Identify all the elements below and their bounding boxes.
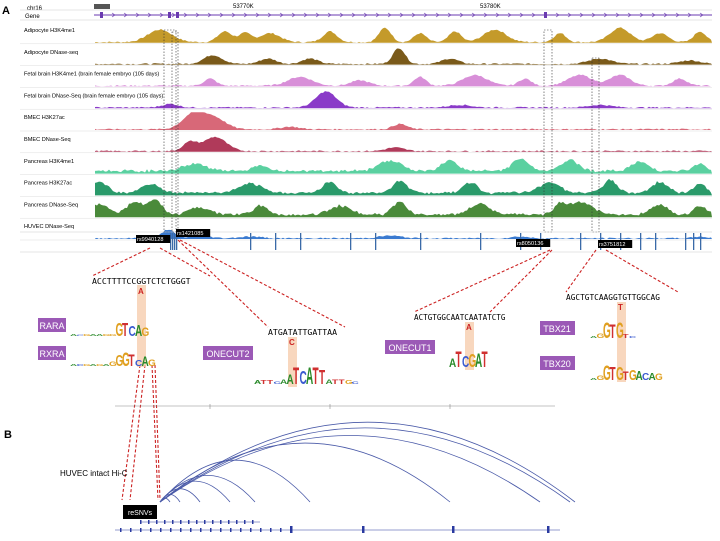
logo-letter: T [122, 321, 128, 341]
track-signal [95, 199, 712, 218]
sequence-rs3751812: AGCTGTCAAGGTGTTGGCAG [566, 293, 660, 302]
track-label: BMEC H3K27ac [24, 115, 65, 121]
signal-tracks: Adipocyte H3K4me1 Adipocyte DNase-seq Feta… [20, 27, 712, 241]
svg-text:TBX21: TBX21 [543, 324, 571, 334]
tf-badge-tbx20: TBX20 [540, 356, 575, 370]
track-label: Adipocyte DNase-seq [24, 50, 78, 56]
track-label: Pancreas H3K27ac [24, 181, 72, 187]
track-7: Pancreas H3K4me1 [20, 158, 712, 175]
track-signal [95, 91, 712, 109]
track-signal [95, 158, 712, 174]
track-4: Fetal brain DNase-Seq (brain female embr… [20, 91, 712, 110]
sequence-rs8050136: ACTGTGGCAATCAATATCTG [414, 313, 506, 322]
snp-label: rs9940128 [137, 237, 163, 243]
logo-letter: G [148, 358, 156, 368]
allele-1: A [138, 287, 144, 296]
svg-text:TBX20: TBX20 [543, 359, 571, 369]
track-5: BMEC H3K27ac [20, 112, 712, 132]
snp-label: rs8050136 [517, 241, 543, 247]
logo-letter: T [610, 365, 616, 385]
logo-letter: T [267, 380, 273, 386]
chromosome-label: chr16 [27, 6, 43, 12]
logo-letter: T [261, 380, 267, 386]
coord-tick-1: 53770K [233, 4, 254, 10]
track-1: Adipocyte H3K4me1 [20, 27, 712, 45]
tf-badge-rxra: RXRA [38, 346, 66, 360]
allele-3: A [466, 323, 472, 332]
track-label: Fetal brain H3K4me1 (brain female embryo… [24, 72, 159, 78]
logo-letter: T [332, 379, 338, 386]
track-signal [95, 112, 712, 130]
logo-letter: T [623, 334, 629, 340]
snp-track: rs9940128 rs1421085 rs8050136 rs3751812 [20, 229, 712, 253]
track-9: Pancreas DNase-Seq [20, 199, 712, 219]
logo-letter: G [616, 319, 624, 343]
snp-label: rs1421085 [177, 231, 203, 237]
logo-letter: G [142, 326, 150, 339]
hic-arcs [159, 421, 576, 503]
allele-2: C [289, 338, 295, 347]
gene-track-label: Gene [25, 14, 40, 20]
resnvs-badge: reSNVs [123, 505, 157, 519]
track-signal [95, 48, 712, 65]
tf-badge-tbx21: TBX21 [540, 321, 575, 335]
svg-text:reSNVs: reSNVs [128, 510, 153, 517]
tf-badge-onecut2: ONECUT2 [203, 346, 253, 360]
panel-b-label: B [4, 429, 12, 441]
logo-letter: T [319, 368, 325, 390]
svg-text:RXRA: RXRA [39, 349, 64, 359]
svg-text:ONECUT2: ONECUT2 [206, 349, 249, 359]
track-label: HUVEC DNase-Seq [24, 224, 74, 230]
coord-tick-2: 53780K [480, 4, 501, 10]
ideogram-marker [94, 4, 110, 9]
svg-text:RARA: RARA [39, 321, 64, 331]
track-signal [95, 74, 712, 87]
logo-letter: T [338, 379, 344, 386]
track-label: BMEC DNase-Seq [24, 137, 71, 143]
panel-a-label: A [2, 5, 10, 17]
track-label: Pancreas DNase-Seq [24, 202, 78, 208]
logo-letter: C [629, 335, 637, 339]
track-label: Adipocyte H3K4me1 [24, 28, 75, 34]
tf-badge-rara: RARA [38, 318, 66, 332]
tf-badge-onecut1: ONECUT1 [385, 340, 435, 354]
logo-letter: T [482, 348, 488, 372]
track-2: Adipocyte DNase-seq [20, 48, 712, 66]
track-label: Fetal brain DNase-Seq (brain female embr… [24, 93, 163, 99]
track-signal [95, 136, 712, 152]
sequence-rs9940128: ACCTTTTCCGGTCTCTGGGT [92, 276, 191, 286]
svg-text:ONECUT1: ONECUT1 [388, 343, 431, 353]
logo-letter: G [655, 372, 663, 382]
track-6: BMEC DNase-Seq [20, 136, 712, 154]
logo-letter: T [623, 370, 629, 383]
track-3: Fetal brain H3K4me1 (brain female embryo… [20, 72, 712, 88]
track-signal [95, 27, 712, 43]
track-8: Pancreas H3K27ac [20, 178, 712, 197]
track-label: Pancreas H3K4me1 [24, 159, 74, 165]
gene-track [94, 12, 712, 18]
sequence-rs1421085: ATGATATTGATTAA [268, 327, 337, 337]
hic-axis-ticks [209, 404, 451, 409]
logo-letter: T [129, 350, 135, 370]
allele-4: T [618, 303, 623, 312]
logo-letter: C [352, 380, 360, 385]
track-signal [95, 178, 712, 196]
figure: A B chr16 53770K 53780K Gene Adipocyte H… [2, 4, 712, 533]
hic-gene-track [115, 520, 560, 533]
snp-label: rs3751812 [599, 242, 625, 248]
hic-track-label: HUVEC intact Hi-C [60, 469, 128, 478]
logo-letter: T [456, 348, 462, 372]
